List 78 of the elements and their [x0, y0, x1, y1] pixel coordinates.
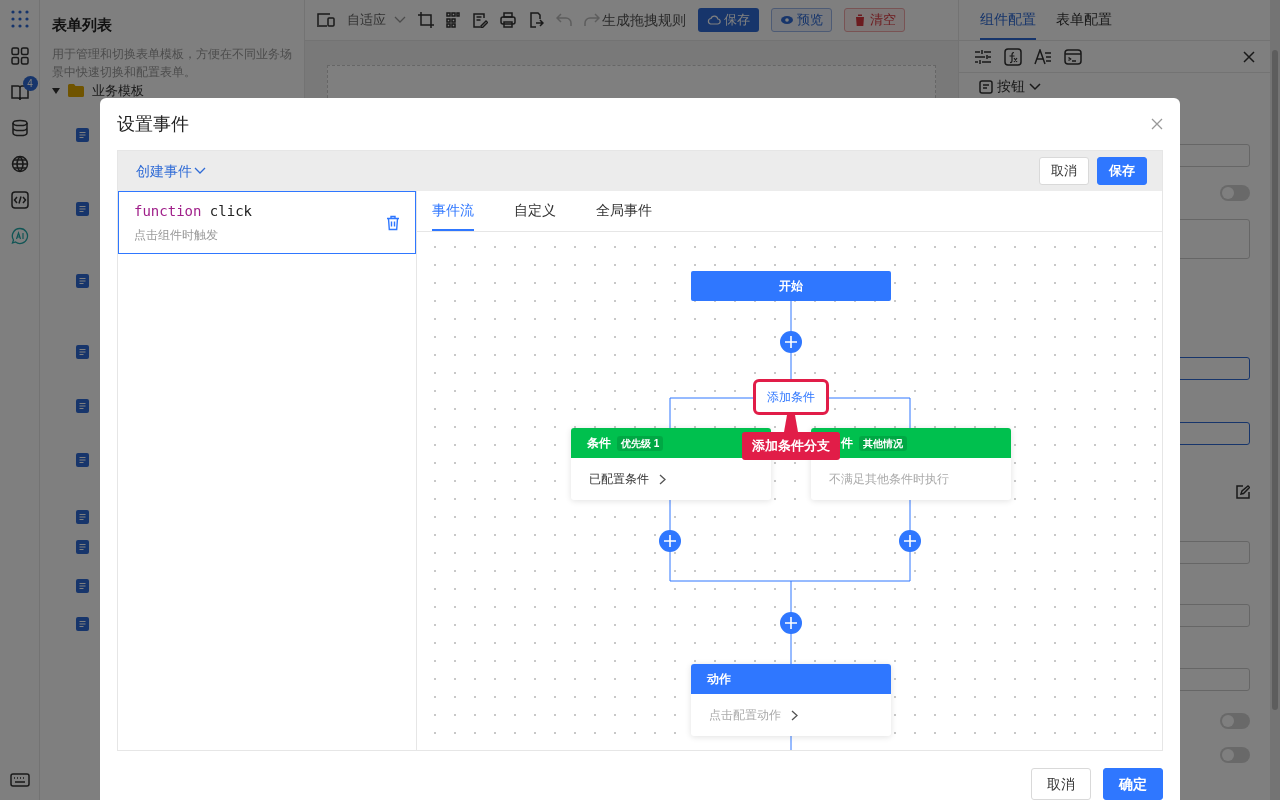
book-icon[interactable] — [10, 83, 29, 101]
save-button[interactable]: 保存 — [1097, 157, 1147, 185]
document-icon[interactable] — [76, 509, 89, 524]
node-title: 条件 — [587, 435, 611, 452]
grid-icon[interactable] — [10, 47, 29, 65]
code-icon[interactable] — [10, 191, 29, 209]
database-icon[interactable] — [10, 119, 29, 137]
cancel-button[interactable]: 取消 — [1039, 157, 1089, 185]
document-icon[interactable] — [76, 127, 89, 142]
ai-chat-icon[interactable] — [10, 227, 29, 245]
chevron-down-icon — [394, 16, 406, 24]
chevron-down-icon[interactable] — [1029, 82, 1041, 91]
chevron-down-icon — [194, 167, 206, 175]
caret-icon[interactable] — [52, 86, 60, 95]
start-node: 开始 — [691, 271, 891, 301]
apps-menu-icon[interactable] — [9, 9, 30, 29]
keyboard-icon[interactable] — [9, 773, 30, 787]
terminal-window-icon[interactable] — [1064, 47, 1082, 66]
edit-document-icon[interactable] — [472, 12, 488, 28]
sliders-icon[interactable] — [974, 48, 992, 65]
component-selector[interactable]: 按钮 — [997, 76, 1025, 97]
generate-rule-button[interactable]: 生成拖拽规则 — [602, 9, 686, 31]
add-node-icon[interactable] — [780, 331, 802, 353]
trash-icon[interactable] — [386, 214, 400, 231]
document-export-icon[interactable] — [528, 12, 544, 28]
tab[interactable]: 自定义 — [514, 191, 556, 231]
grid-dots-icon[interactable] — [446, 12, 460, 28]
add-node-icon[interactable] — [659, 530, 681, 552]
action-body[interactable]: 点击配置动作 — [691, 694, 891, 736]
callout-pointer-icon — [784, 415, 798, 432]
node-title: 件 — [841, 435, 853, 452]
condition-body[interactable]: 不满足其他条件时执行 — [811, 458, 1011, 500]
panel-title: 表单列表 — [52, 15, 113, 35]
toolbar-button[interactable]: 保存 — [698, 8, 759, 32]
edit-icon[interactable] — [1236, 485, 1250, 499]
device-icon[interactable] — [317, 12, 335, 28]
toolbar-button[interactable]: 预览 — [771, 8, 832, 32]
node-title: 动作 — [707, 671, 731, 688]
confirm-button[interactable]: 确定 — [1103, 768, 1163, 800]
connector-line — [790, 735, 792, 750]
text-style-icon[interactable] — [1034, 48, 1052, 65]
document-icon[interactable] — [76, 616, 89, 631]
folder-label[interactable]: 业务模板 — [92, 83, 144, 98]
close-icon[interactable] — [1151, 118, 1163, 130]
close-icon[interactable] — [1243, 50, 1255, 63]
tab[interactable]: 全局事件 — [596, 191, 652, 231]
priority-tag: 优先级 1 — [617, 435, 664, 451]
event-list-item[interactable]: function click 点击组件时触发 — [118, 191, 416, 254]
component-icon — [979, 79, 993, 94]
document-icon[interactable] — [76, 578, 89, 593]
globe-icon[interactable] — [10, 155, 29, 173]
document-icon[interactable] — [76, 539, 89, 554]
toolbar-button[interactable]: 清空 — [844, 8, 905, 32]
dialog-title: 设置事件 — [117, 112, 189, 136]
create-event-dropdown[interactable]: 创建事件 — [136, 160, 206, 182]
add-node-icon[interactable] — [780, 612, 802, 634]
viewport-select[interactable]: 自适应 — [347, 10, 406, 30]
panel-tab[interactable]: 组件配置 — [980, 0, 1036, 40]
notification-badge: 4 — [22, 76, 38, 91]
cancel-button[interactable]: 取消 — [1031, 768, 1091, 800]
crop-icon[interactable] — [418, 12, 434, 28]
document-icon[interactable] — [76, 201, 89, 216]
event-signature: function click — [134, 202, 252, 221]
event-description: 点击组件时触发 — [134, 227, 219, 244]
add-node-icon[interactable] — [899, 530, 921, 552]
document-icon[interactable] — [76, 398, 89, 413]
print-icon[interactable] — [500, 12, 516, 28]
function-icon[interactable] — [1004, 47, 1022, 66]
add-condition-button[interactable]: 添加条件 — [753, 379, 829, 415]
chevron-right-icon — [791, 709, 798, 721]
panel-tab[interactable]: 表单配置 — [1056, 0, 1112, 40]
folder-icon — [68, 84, 84, 97]
chevron-right-icon — [659, 473, 666, 485]
document-icon[interactable] — [76, 273, 89, 288]
priority-tag: 其他情况 — [859, 435, 907, 451]
document-icon[interactable] — [76, 452, 89, 467]
document-icon[interactable] — [76, 344, 89, 359]
condition-body[interactable]: 已配置条件 — [571, 458, 771, 500]
